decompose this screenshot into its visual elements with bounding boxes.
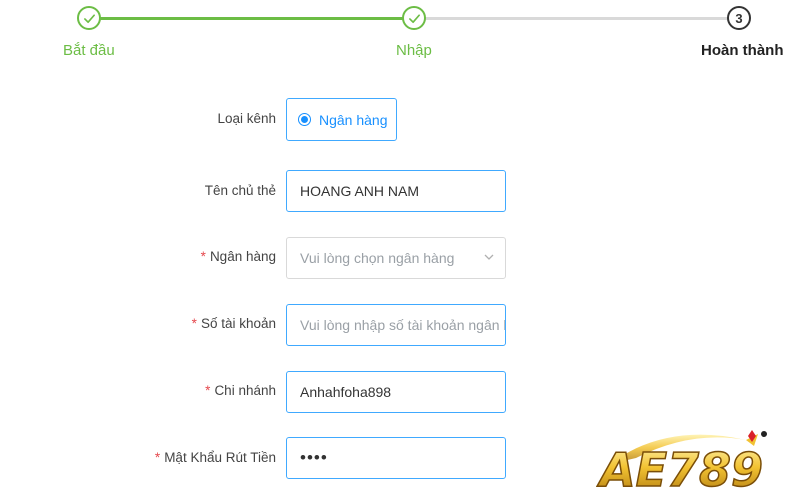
radio-selected-icon <box>298 113 311 126</box>
required-mark: * <box>205 383 211 398</box>
holder-name-value: HOANG ANH NAM <box>300 183 420 199</box>
channel-option-label: Ngân hàng <box>319 111 388 128</box>
channel-option-bank[interactable]: Ngân hàng <box>286 98 397 141</box>
check-icon <box>83 13 95 23</box>
branch-label: * Chi nhánh <box>205 383 276 398</box>
step-3-number: 3 <box>735 10 743 26</box>
step-progress-line-completed <box>100 17 403 20</box>
step-2-label: Nhập <box>396 42 432 59</box>
bank-select-placeholder: Vui lòng chọn ngân hàng <box>300 250 455 266</box>
branch-value: Anhahfoha898 <box>300 384 392 400</box>
logo-text: AE789 <box>597 443 763 496</box>
ae789-logo: AE789 <box>596 430 767 496</box>
withdraw-password-label: * Mật Khẩu Rút Tiền <box>154 450 276 465</box>
required-mark: * <box>200 249 206 264</box>
step-3-indicator: 3 <box>727 6 751 30</box>
bank-select[interactable]: Vui lòng chọn ngân hàng <box>286 237 506 279</box>
bank-label: * Ngân hàng <box>200 249 276 264</box>
check-icon <box>408 13 420 23</box>
holder-name-input[interactable]: HOANG ANH NAM <box>286 170 506 212</box>
branch-input[interactable]: Anhahfoha898 <box>286 371 506 413</box>
step-3-label: Hoàn thành <box>701 42 784 59</box>
step-1-indicator <box>77 6 101 30</box>
channel-type-label: Loại kênh <box>217 111 276 126</box>
step-1-label: Bắt đầu <box>63 42 115 59</box>
withdraw-password-input[interactable]: •••• <box>286 437 506 479</box>
required-mark: * <box>191 316 197 331</box>
account-number-placeholder: Vui lòng nhập số tài khoản ngân hà <box>300 317 506 333</box>
chevron-down-icon <box>484 254 494 260</box>
required-mark: * <box>154 450 161 465</box>
holder-name-label: Tên chủ thẻ <box>204 183 276 198</box>
step-progress-line-pending <box>425 17 728 20</box>
account-number-input[interactable]: Vui lòng nhập số tài khoản ngân hà <box>286 304 506 346</box>
step-2-indicator <box>402 6 426 30</box>
account-number-label: * Số tài khoản <box>191 316 276 331</box>
withdraw-password-value: •••• <box>300 448 328 467</box>
